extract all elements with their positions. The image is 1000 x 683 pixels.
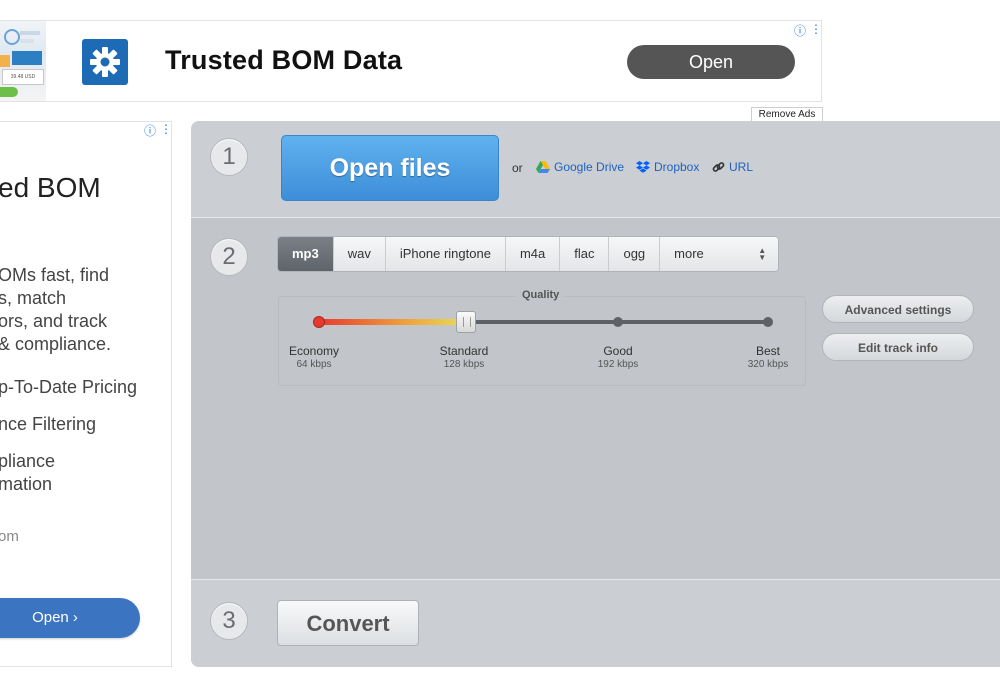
link-icon [712,161,725,172]
url-link[interactable]: URL [712,160,753,174]
google-drive-icon [536,161,550,173]
quality-rate: 192 kbps [597,359,639,370]
tab-wav[interactable]: wav [333,237,386,271]
quality-name: Standard [439,344,489,358]
up-down-arrows-icon: ▲ ▼ [758,246,767,262]
edit-track-info-button[interactable]: Edit track info [822,333,974,361]
desc-line: ors, and track [0,311,108,331]
top-banner-ad[interactable]: 39.48 USD Trusted BOM Data Open ⓘ ⋮ [0,20,822,102]
tab-m4a[interactable]: m4a [505,237,561,271]
quality-good: Good 192 kbps [573,344,663,370]
side-ad-feature: pliance [0,451,56,471]
google-drive-link[interactable]: Google Drive [536,160,624,174]
quality-name: Economy [288,344,340,358]
open-files-button[interactable]: Open files [281,135,499,201]
quality-stop-good[interactable] [613,317,623,327]
quality-name: Good [603,344,633,358]
quality-best: Best 320 kbps [723,344,813,370]
step1-number: 1 [210,138,248,176]
side-ad-domain: om [0,528,19,545]
converter-panel: 1 Open files or Google Drive Dropbox URL… [191,121,1000,667]
info-icon[interactable]: ⓘ [144,122,156,139]
quality-slider-handle[interactable] [456,311,476,333]
quality-rate: 320 kbps [747,359,789,370]
more-formats-select[interactable]: more ▲ ▼ [660,237,779,271]
quality-stop-best[interactable] [763,317,773,327]
desc-line: & compliance. [0,334,112,354]
side-ad-feature: nce Filtering [0,414,97,434]
quality-stop-economy[interactable] [313,316,325,328]
side-ad-title: ed BOM [0,172,101,203]
quality-slider-group: Quality Economy 64 kbps Standard 128 kbp… [278,289,806,386]
quality-slider-fill [318,319,466,325]
dropbox-link[interactable]: Dropbox [636,160,699,174]
tab-flac[interactable]: flac [560,237,610,271]
or-label: or [512,161,523,175]
side-ad[interactable]: ⓘ ⋮ ed BOM OMs fast, find s, match ors, … [0,121,172,667]
quality-rate: 64 kbps [296,359,332,370]
thumbnail-currency: USD [24,74,36,80]
desc-line: OMs fast, find [0,265,110,285]
quality-title: Quality [516,289,566,301]
quality-rate: 128 kbps [443,359,485,370]
ad-open-button[interactable]: Open [627,45,795,79]
step1-section: 1 Open files or Google Drive Dropbox URL [191,121,1000,218]
step3-number: 3 [210,602,248,640]
thumbnail-price: 39.48 [10,74,24,80]
step3-section: 3 Convert [191,579,1000,667]
side-ad-open-button[interactable]: Open › [0,598,140,638]
google-drive-label: Google Drive [554,160,625,174]
gear-icon [82,39,128,85]
dropbox-label: Dropbox [654,160,700,174]
dropbox-icon [636,161,650,173]
more-formats-label: more [674,246,704,261]
more-vert-icon[interactable]: ⋮ [810,22,822,39]
tab-iphone-ringtone[interactable]: iPhone ringtone [385,237,506,271]
quality-economy: Economy 64 kbps [269,344,359,370]
ad-choices[interactable]: ⓘ ⋮ [794,22,822,39]
tab-ogg[interactable]: ogg [609,237,661,271]
side-ad-feature: mation [0,474,53,494]
ad-title: Trusted BOM Data [165,45,403,75]
desc-line: s, match [0,288,67,308]
format-tabs: mp3 wav iPhone ringtone m4a flac ogg mor… [277,236,780,272]
step2-number: 2 [210,238,248,276]
url-label: URL [729,160,754,174]
quality-name: Best [755,344,780,358]
ad-choices[interactable]: ⓘ ⋮ [144,122,171,139]
info-icon[interactable]: ⓘ [794,22,806,39]
side-ad-feature: p-To-Date Pricing [0,377,138,397]
convert-button[interactable]: Convert [277,600,419,646]
more-vert-icon[interactable]: ⋮ [160,122,171,139]
side-ad-description: OMs fast, find s, match ors, and track &… [0,264,111,356]
ad-thumbnail-image: 39.48 USD [0,21,46,101]
advanced-settings-button[interactable]: Advanced settings [822,295,974,323]
quality-standard: Standard 128 kbps [419,344,509,370]
tab-mp3[interactable]: mp3 [278,237,334,271]
